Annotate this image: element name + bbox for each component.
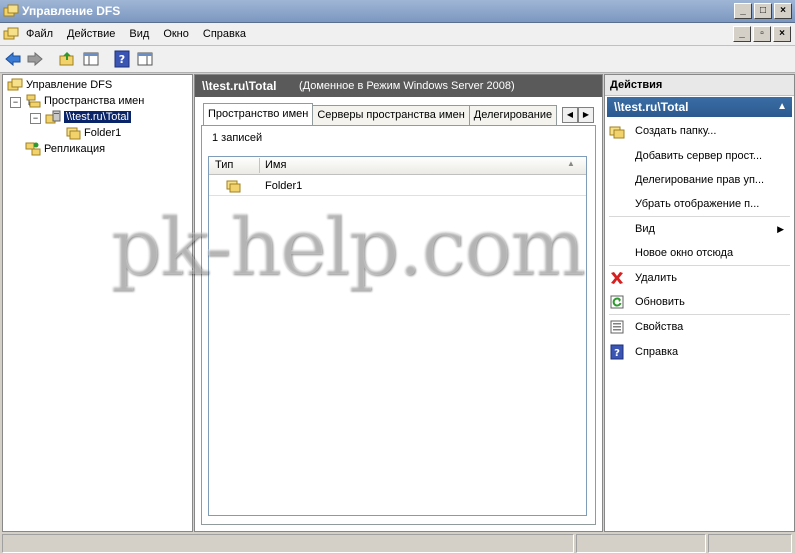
title-bar: Управление DFS _ □ × xyxy=(0,0,795,23)
action-label: Создать папку... xyxy=(635,125,717,137)
show-hide-tree-icon[interactable] xyxy=(82,50,100,68)
action-label: Делегирование прав уп... xyxy=(635,174,765,186)
tab-namespace[interactable]: Пространство имен xyxy=(203,103,314,125)
toolbar: ? xyxy=(0,46,795,73)
action-new-window[interactable]: Новое окно отсюда xyxy=(609,243,790,263)
menu-bar: Файл Действие Вид Окно Справка _ ▫ × xyxy=(0,23,795,46)
namespaces-icon xyxy=(26,94,41,108)
action-refresh[interactable]: Обновить xyxy=(609,292,790,312)
mdi-close-button[interactable]: × xyxy=(773,26,791,42)
menu-action[interactable]: Действие xyxy=(67,28,115,40)
dfs-app-icon xyxy=(3,4,19,17)
action-label: Справка xyxy=(635,346,679,358)
action-label: Добавить сервер прост... xyxy=(635,150,763,162)
show-hide-action-pane-icon[interactable] xyxy=(136,50,154,68)
console-icon[interactable] xyxy=(3,26,19,42)
tree-item-namespaces[interactable]: Пространства имен xyxy=(25,93,144,109)
tree-item-replication[interactable]: Репликация xyxy=(25,141,105,157)
properties-icon xyxy=(610,320,624,334)
action-label: Обновить xyxy=(635,296,685,308)
submenu-arrow-icon: ▶ xyxy=(777,223,784,234)
new-folder-icon xyxy=(609,126,625,139)
action-add-namespace-server[interactable]: Добавить сервер прост... xyxy=(609,146,790,166)
window-title: Управление DFS xyxy=(22,4,121,18)
tree-item-folder1[interactable]: Folder1 xyxy=(65,125,121,141)
delete-icon xyxy=(611,272,623,284)
svg-text:?: ? xyxy=(614,348,620,359)
folder-list: Тип Имя ▲ Folder1 xyxy=(208,156,587,516)
tree-item-namespace-total[interactable]: \\test.ru\Total xyxy=(45,109,131,125)
close-button[interactable]: × xyxy=(774,3,792,19)
menu-view[interactable]: Вид xyxy=(129,28,149,40)
actions-section-header[interactable]: \\test.ru\Total ▲ xyxy=(607,97,792,117)
action-properties[interactable]: Свойства xyxy=(609,317,790,337)
action-label: Свойства xyxy=(635,321,684,333)
action-new-folder[interactable]: Создать папку... xyxy=(609,121,790,141)
action-remove-display[interactable]: Убрать отображение п... xyxy=(609,194,790,214)
minimize-button[interactable]: _ xyxy=(734,3,752,19)
tree-item-label: Репликация xyxy=(44,143,106,155)
menu-window[interactable]: Окно xyxy=(163,28,189,40)
tab-delegation[interactable]: Делегирование xyxy=(468,105,558,125)
actions-pane: Действия \\test.ru\Total ▲ Создать папку… xyxy=(604,74,795,532)
collapse-namespace-toggle[interactable]: − xyxy=(30,113,41,124)
action-label: Новое окно отсюда xyxy=(635,247,734,259)
console-tree: Управление DFS − Пространства имен − \\t… xyxy=(2,74,193,532)
mdi-minimize-button[interactable]: _ xyxy=(733,26,751,42)
sort-indicator-icon: ▲ xyxy=(567,159,575,168)
action-delete[interactable]: Удалить xyxy=(609,268,790,288)
details-pane: \\test.ru\Total (Доменное в Режим Window… xyxy=(194,74,603,532)
tab-strip: Пространство имен Серверы пространства и… xyxy=(203,103,558,125)
forward-arrow-icon[interactable] xyxy=(26,50,44,68)
action-delegate-permissions[interactable]: Делегирование прав уп... xyxy=(609,170,790,190)
namespace-icon xyxy=(45,110,61,124)
collapse-section-icon[interactable]: ▲ xyxy=(777,101,787,112)
actions-section-title: \\test.ru\Total xyxy=(614,100,689,114)
status-bar xyxy=(0,532,795,554)
tab-scroll-left-button[interactable]: ◀ xyxy=(562,107,578,123)
menu-help[interactable]: Справка xyxy=(203,28,246,40)
tab-page-namespace: 1 записей Тип Имя ▲ Folder1 xyxy=(201,125,596,525)
column-header-type[interactable]: Тип xyxy=(215,159,233,171)
tab-scroll-right-button[interactable]: ▶ xyxy=(578,107,594,123)
back-arrow-icon[interactable] xyxy=(4,50,22,68)
menu-file[interactable]: Файл xyxy=(26,28,53,40)
details-description: (Доменное в Режим Windows Server 2008) xyxy=(299,80,515,92)
dfs-management-icon xyxy=(7,78,23,91)
action-help[interactable]: ? Справка xyxy=(609,342,790,362)
up-folder-icon[interactable] xyxy=(58,50,76,68)
tree-item-label: Управление DFS xyxy=(26,79,113,91)
refresh-icon xyxy=(610,295,624,309)
record-count: 1 записей xyxy=(212,132,263,144)
tree-item-label: Пространства имен xyxy=(44,95,145,107)
help-icon[interactable]: ? xyxy=(113,50,131,68)
details-header: \\test.ru\Total (Доменное в Режим Window… xyxy=(195,75,602,97)
column-header-name[interactable]: Имя xyxy=(265,159,286,171)
action-view[interactable]: Вид ▶ xyxy=(609,219,790,239)
tab-namespace-servers[interactable]: Серверы пространства имен xyxy=(312,105,470,125)
action-label: Удалить xyxy=(635,272,677,284)
row-name: Folder1 xyxy=(265,180,303,192)
svg-text:?: ? xyxy=(119,53,125,66)
maximize-button[interactable]: □ xyxy=(754,3,772,19)
folder-icon xyxy=(66,127,81,140)
actions-title: Действия xyxy=(610,79,663,91)
collapse-namespaces-toggle[interactable]: − xyxy=(10,97,21,108)
action-label: Убрать отображение п... xyxy=(635,198,760,210)
tree-item-dfs-management[interactable]: Управление DFS xyxy=(7,77,112,93)
tree-item-label: \\test.ru\Total xyxy=(64,111,131,123)
folder-icon xyxy=(226,180,241,193)
replication-icon xyxy=(25,142,41,156)
list-header: Тип Имя ▲ xyxy=(209,157,586,175)
actions-header: Действия xyxy=(605,75,794,96)
tree-item-label: Folder1 xyxy=(84,127,122,139)
details-path: \\test.ru\Total xyxy=(202,79,277,93)
action-label: Вид xyxy=(635,223,655,235)
help-icon: ? xyxy=(610,344,624,360)
mdi-restore-button[interactable]: ▫ xyxy=(753,26,771,42)
table-row[interactable]: Folder1 xyxy=(209,177,586,196)
